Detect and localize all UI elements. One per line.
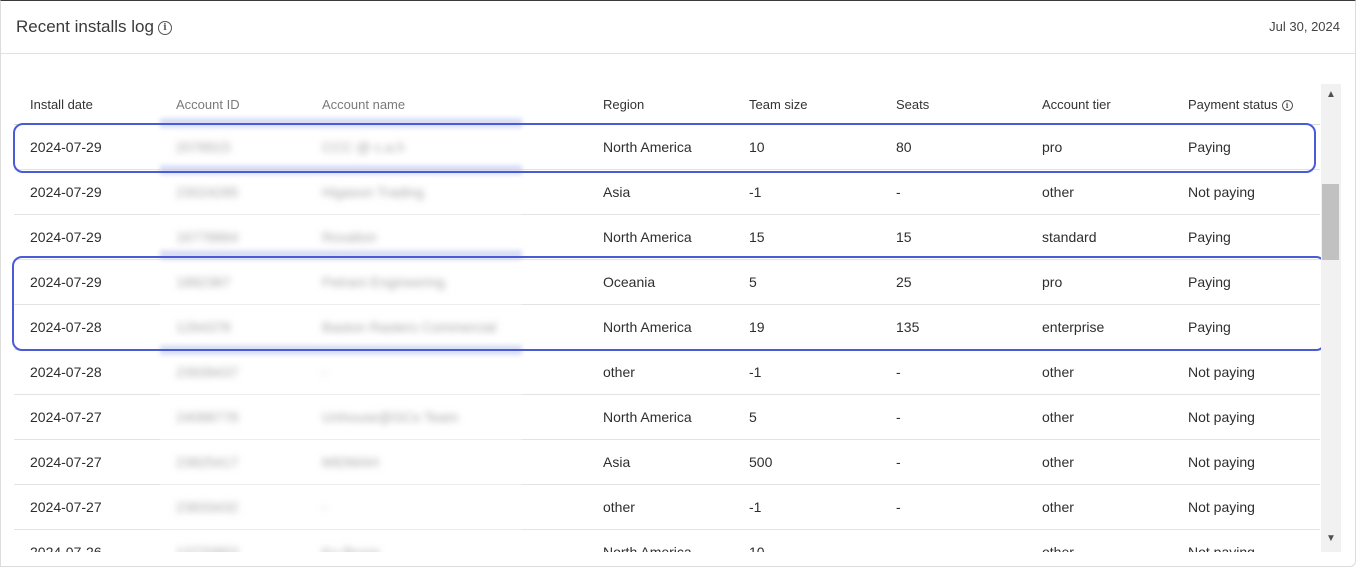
cell-install-date: 2024-07-29: [14, 169, 160, 215]
cell-region: Asia: [587, 169, 733, 215]
cell-payment: Paying: [1172, 214, 1320, 260]
cell-account-name: Unhouse@GCs Team: [306, 394, 587, 440]
arrow-up-icon[interactable]: ▲: [1322, 87, 1340, 103]
highlight-box: [13, 123, 1316, 173]
cell-seats: -: [880, 529, 1026, 552]
cell-payment: Not paying: [1172, 529, 1320, 552]
scrollbar-thumb[interactable]: [1322, 184, 1339, 260]
column-header[interactable]: Region: [587, 84, 733, 125]
cell-payment: Not paying: [1172, 484, 1320, 530]
cell-team-size: 10: [733, 529, 880, 552]
table-row[interactable]: 2024-07-29 23024285 Higason Trading Asia -1-…: [14, 169, 1320, 215]
panel-header: Recent installs log i Jul 30, 2024: [1, 1, 1355, 54]
cell-account-name: -: [306, 484, 587, 530]
cell-team-size: -1: [733, 484, 880, 530]
column-header[interactable]: Account tier: [1026, 84, 1172, 125]
cell-tier: standard: [1026, 214, 1172, 260]
cell-team-size: -1: [733, 169, 880, 215]
cell-seats: -: [880, 169, 1026, 215]
cell-install-date: 2024-07-26: [14, 529, 160, 552]
cell-team-size: -1: [733, 349, 880, 395]
cell-install-date: 2024-07-27: [14, 394, 160, 440]
info-icon[interactable]: i: [157, 20, 172, 35]
table-row[interactable]: 2024-07-26 13720853 Ku Bruce North America 1…: [14, 529, 1320, 552]
panel-title-text: Recent installs log: [16, 17, 154, 36]
cell-region: other: [587, 349, 733, 395]
cell-install-date: 2024-07-28: [14, 349, 160, 395]
column-header[interactable]: Install date: [14, 84, 160, 125]
cell-region: North America: [587, 529, 733, 552]
cell-account-id: 23833432: [160, 484, 306, 530]
cell-account-id: 24088778: [160, 394, 306, 440]
cell-tier: other: [1026, 394, 1172, 440]
panel-title: Recent installs log i: [16, 17, 172, 37]
cell-install-date: 2024-07-29: [14, 214, 160, 260]
cell-install-date: 2024-07-27: [14, 439, 160, 485]
table-row[interactable]: 2024-07-28 23939437- other -1- other Not payi…: [14, 349, 1320, 395]
panel-date: Jul 30, 2024: [1269, 19, 1340, 34]
cell-account-name: Higason Trading: [306, 169, 587, 215]
payment-status-label: Payment status: [1188, 96, 1278, 112]
cell-account-name: Ku Bruce: [306, 529, 587, 552]
scrollbar-track[interactable]: [1321, 84, 1341, 552]
cell-seats: 15: [880, 214, 1026, 260]
cell-payment: Not paying: [1172, 169, 1320, 215]
column-header[interactable]: Seats: [880, 84, 1026, 125]
cell-account-name: -: [306, 349, 587, 395]
table-row[interactable]: 2024-07-27 23833432- other -1- other Not payi…: [14, 484, 1320, 530]
cell-seats: -: [880, 484, 1026, 530]
table-row[interactable]: 2024-07-27 23825417 MIDMAH Asia 500- other Not…: [14, 439, 1320, 485]
cell-seats: -: [880, 349, 1026, 395]
cell-team-size: 15: [733, 214, 880, 260]
cell-tier: other: [1026, 484, 1172, 530]
cell-region: North America: [587, 214, 733, 260]
cell-account-id: 13720853: [160, 529, 306, 552]
cell-tier: other: [1026, 439, 1172, 485]
cell-team-size: 5: [733, 394, 880, 440]
cell-account-id: 23024285: [160, 169, 306, 215]
cell-install-date: 2024-07-27: [14, 484, 160, 530]
cell-region: other: [587, 484, 733, 530]
cell-tier: other: [1026, 529, 1172, 552]
cell-account-name: MIDMAH: [306, 439, 587, 485]
cell-payment: Not paying: [1172, 394, 1320, 440]
cell-region: North America: [587, 394, 733, 440]
cell-payment: Not paying: [1172, 349, 1320, 395]
cell-seats: -: [880, 394, 1026, 440]
highlight-box: [12, 256, 1326, 351]
cell-tier: other: [1026, 349, 1172, 395]
column-header[interactable]: Team size: [733, 84, 880, 125]
table-row[interactable]: 2024-07-27 24088778 Unhouse@GCs Team North …: [14, 394, 1320, 440]
cell-region: Asia: [587, 439, 733, 485]
cell-account-id: 23939437: [160, 349, 306, 395]
cell-account-id: 23825417: [160, 439, 306, 485]
column-header-payment[interactable]: Payment status i: [1172, 84, 1320, 125]
cell-seats: -: [880, 439, 1026, 485]
arrow-down-icon[interactable]: ▼: [1322, 531, 1340, 547]
info-icon[interactable]: i: [1281, 99, 1293, 111]
cell-payment: Not paying: [1172, 439, 1320, 485]
cell-tier: other: [1026, 169, 1172, 215]
cell-team-size: 500: [733, 439, 880, 485]
